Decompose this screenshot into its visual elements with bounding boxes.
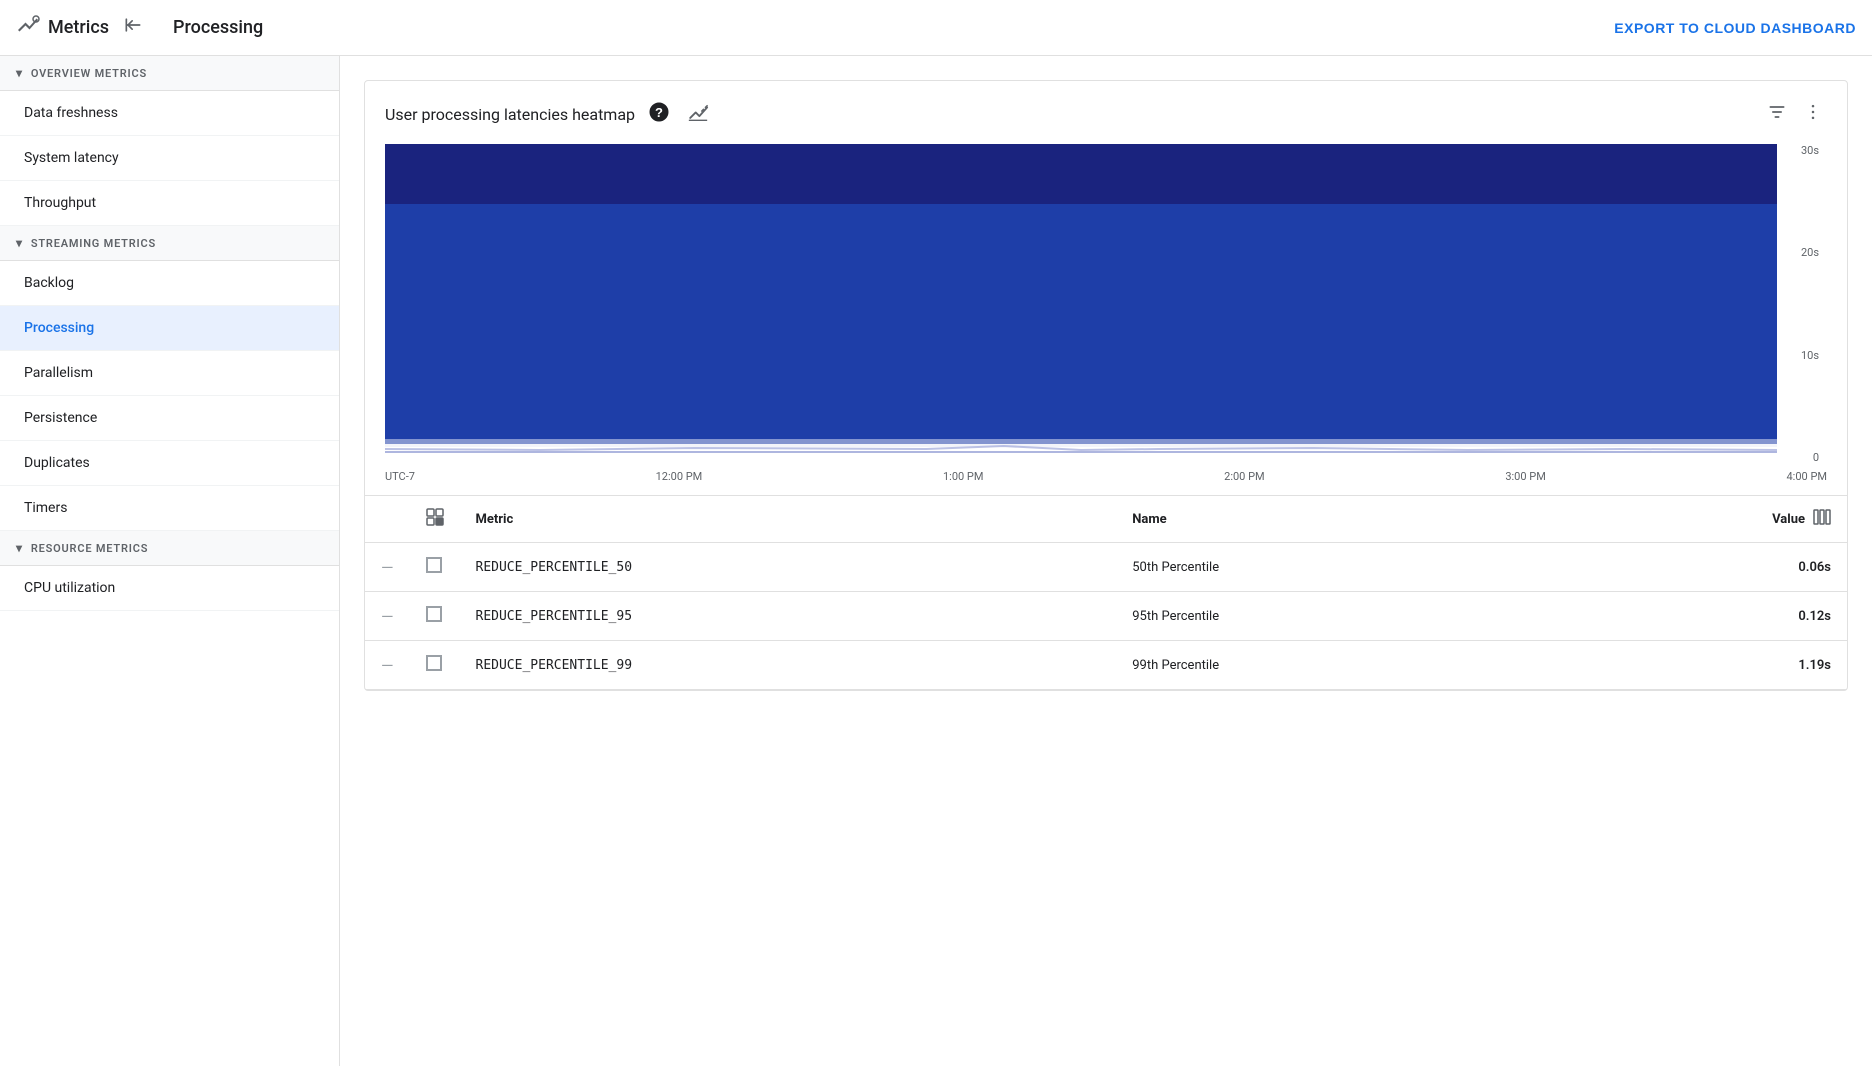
row-value: 0.06s: [1530, 543, 1847, 592]
filter-icon-button[interactable]: [1763, 98, 1791, 131]
sidebar-item-parallelism[interactable]: Parallelism: [0, 351, 339, 396]
row-checkbox-cell[interactable]: [410, 592, 460, 641]
th-indicator: [365, 496, 410, 543]
row-metric-name: REDUCE_PERCENTILE_95: [460, 592, 1117, 641]
row-checkbox-cell[interactable]: [410, 641, 460, 690]
chart-title: User processing latencies heatmap: [385, 105, 635, 124]
y-axis-label-10s: 10s: [1801, 349, 1819, 362]
sidebar-section-overview-label: OVERVIEW METRICS: [31, 67, 147, 80]
row-value: 0.12s: [1530, 592, 1847, 641]
chart-header: User processing latencies heatmap ?: [365, 81, 1847, 144]
row-value: 1.19s: [1530, 641, 1847, 690]
row-checkbox[interactable]: [426, 606, 442, 622]
help-icon-button[interactable]: ?: [645, 98, 673, 131]
main-layout: ▾ OVERVIEW METRICS Data freshness System…: [0, 56, 1872, 1066]
sidebar-item-backlog[interactable]: Backlog: [0, 261, 339, 306]
sidebar-item-cpu-utilization[interactable]: CPU utilization: [0, 566, 339, 611]
table-row: — REDUCE_PERCENTILE_95 95th Percentile 0…: [365, 592, 1847, 641]
page-title: Processing: [173, 17, 263, 38]
heatmap-chart: [385, 144, 1777, 464]
row-display-name: 99th Percentile: [1116, 641, 1530, 690]
metrics-table: Metric Name Value: [365, 495, 1847, 690]
sidebar: ▾ OVERVIEW METRICS Data freshness System…: [0, 56, 340, 1066]
app-logo: Metrics: [16, 13, 109, 42]
chevron-down-icon: ▾: [16, 236, 23, 250]
row-indicator: —: [365, 543, 410, 592]
th-name: Name: [1116, 496, 1530, 543]
header-left: Metrics Processing: [16, 11, 263, 44]
row-metric-name: REDUCE_PERCENTILE_99: [460, 641, 1117, 690]
row-metric-name: REDUCE_PERCENTILE_50: [460, 543, 1117, 592]
row-checkbox[interactable]: [426, 557, 442, 573]
heatmap-wrapper: 30s 20s 10s 0: [385, 144, 1827, 464]
sidebar-section-resource: ▾ RESOURCE METRICS: [0, 531, 339, 566]
y-axis-label-30s: 30s: [1801, 144, 1819, 157]
table-row: — REDUCE_PERCENTILE_50 50th Percentile 0…: [365, 543, 1847, 592]
main-content: User processing latencies heatmap ?: [340, 56, 1872, 1066]
x-axis-label-300pm: 3:00 PM: [1505, 470, 1545, 483]
row-checkbox[interactable]: [426, 655, 442, 671]
sidebar-item-timers[interactable]: Timers: [0, 486, 339, 531]
heatmap-x-axis: UTC-7 12:00 PM 1:00 PM 2:00 PM 3:00 PM 4…: [385, 464, 1827, 483]
sidebar-item-data-freshness[interactable]: Data freshness: [0, 91, 339, 136]
x-axis-label-utc7: UTC-7: [385, 470, 415, 483]
sidebar-collapse-button[interactable]: [119, 11, 147, 44]
x-axis-label-100pm: 1:00 PM: [943, 470, 983, 483]
heatmap-card: User processing latencies heatmap ?: [364, 80, 1848, 691]
row-indicator: —: [365, 592, 410, 641]
row-checkbox-cell[interactable]: [410, 543, 460, 592]
sidebar-item-persistence[interactable]: Persistence: [0, 396, 339, 441]
chart-title-group: User processing latencies heatmap ?: [385, 97, 713, 132]
row-display-name: 50th Percentile: [1116, 543, 1530, 592]
y-axis-label-20s: 20s: [1801, 246, 1819, 259]
export-cloud-dashboard-button[interactable]: EXPORT TO CLOUD DASHBOARD: [1614, 20, 1856, 36]
chevron-down-icon: ▾: [16, 541, 23, 555]
heatmap-y-axis: 30s 20s 10s 0: [1777, 144, 1827, 464]
th-value: Value: [1530, 496, 1847, 543]
sidebar-item-processing[interactable]: Processing: [0, 306, 339, 351]
table-row: — REDUCE_PERCENTILE_99 99th Percentile 1…: [365, 641, 1847, 690]
x-axis-label-1200pm: 12:00 PM: [656, 470, 703, 483]
more-options-button[interactable]: [1799, 98, 1827, 131]
sidebar-item-duplicates[interactable]: Duplicates: [0, 441, 339, 486]
sidebar-section-resource-label: RESOURCE METRICS: [31, 542, 148, 555]
x-axis-label-400pm: 4:00 PM: [1787, 470, 1827, 483]
row-indicator: —: [365, 641, 410, 690]
sidebar-item-throughput[interactable]: Throughput: [0, 181, 339, 226]
app-header: Metrics Processing EXPORT TO CLOUD DASHB…: [0, 0, 1872, 56]
heatmap-container: 30s 20s 10s 0 UTC-7 12:00 PM 1:00 PM 2:0…: [365, 144, 1847, 495]
sidebar-item-system-latency[interactable]: System latency: [0, 136, 339, 181]
sidebar-section-overview: ▾ OVERVIEW METRICS: [0, 56, 339, 91]
chart-actions: [1763, 98, 1827, 131]
app-title: Metrics: [48, 17, 109, 38]
columns-icon[interactable]: [1813, 508, 1831, 530]
y-axis-label-0: 0: [1813, 451, 1819, 464]
chevron-down-icon: ▾: [16, 66, 23, 80]
heatmap-svg: [385, 144, 1777, 464]
chart-type-icon-button[interactable]: [683, 97, 713, 132]
sidebar-section-streaming-label: STREAMING METRICS: [31, 237, 156, 250]
metric-icon: [426, 515, 444, 530]
th-metric: Metric: [460, 496, 1117, 543]
sidebar-section-streaming: ▾ STREAMING METRICS: [0, 226, 339, 261]
row-display-name: 95th Percentile: [1116, 592, 1530, 641]
table-header-row: Metric Name Value: [365, 496, 1847, 543]
metrics-logo-icon: [16, 13, 40, 42]
x-axis-label-200pm: 2:00 PM: [1224, 470, 1264, 483]
svg-text:?: ?: [655, 105, 663, 120]
th-checkbox: [410, 496, 460, 543]
